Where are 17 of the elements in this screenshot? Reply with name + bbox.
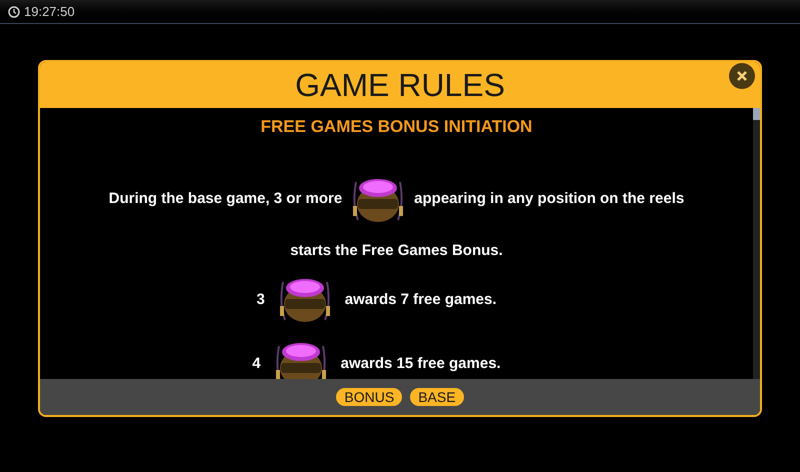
clock-icon xyxy=(8,6,20,18)
close-button[interactable] xyxy=(729,63,755,89)
rules-tab-button[interactable]: BASE xyxy=(410,388,464,406)
close-icon xyxy=(736,70,748,82)
rule-text: appearing in any position on the reels xyxy=(414,189,684,210)
symbol-count: 3 xyxy=(256,290,265,310)
rules-tab-button[interactable]: BONUS xyxy=(336,388,402,406)
award-text: awards 7 free games. xyxy=(344,290,497,310)
symbol-count: 4 xyxy=(252,354,261,374)
scrollbar[interactable] xyxy=(753,108,760,379)
rule-text: starts the Free Games Bonus. xyxy=(290,240,503,260)
award-text: awards 15 free games. xyxy=(340,354,501,374)
rule-text: During the base game, 3 or more xyxy=(108,189,342,210)
clock-time: 19:27:50 xyxy=(24,2,75,21)
section-heading: FREE GAMES BONUS INITIATION xyxy=(260,116,532,138)
dialog-title: GAME RULES xyxy=(295,66,505,105)
scrollbar-thumb[interactable] xyxy=(753,108,760,120)
